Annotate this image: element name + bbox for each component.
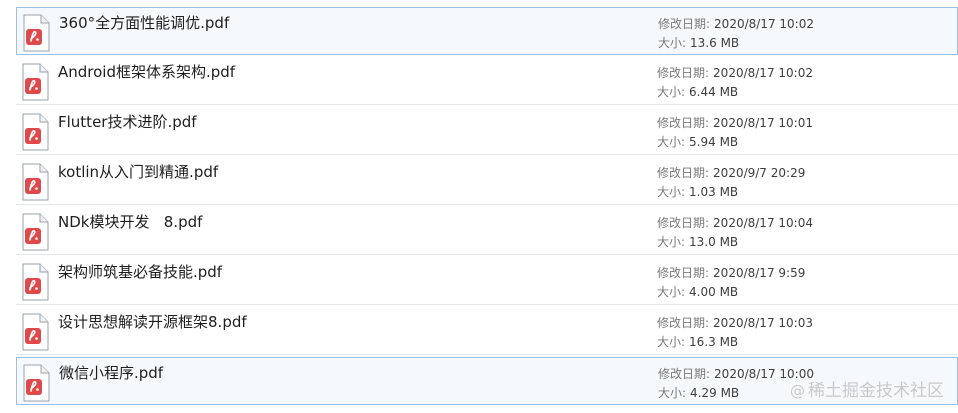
- file-size-label: 大小:: [657, 185, 686, 199]
- pdf-file-icon: [22, 313, 49, 351]
- modified-date-label: 修改日期:: [658, 17, 711, 31]
- modified-date: 修改日期: 2020/8/17 10:02: [657, 64, 813, 81]
- modified-date-value: 2020/8/17 10:02: [714, 17, 814, 31]
- pdf-file-icon: [22, 113, 49, 151]
- file-size-value: 4.00 MB: [689, 285, 739, 299]
- file-size: 大小: 13.6 MB: [658, 34, 739, 51]
- file-row[interactable]: Flutter技术进阶.pdf 修改日期: 2020/8/17 10:01 大小:…: [16, 107, 958, 155]
- file-size-value: 13.6 MB: [690, 36, 740, 50]
- file-name: NDk模块开发 8.pdf: [58, 213, 203, 231]
- pdf-file-icon: [22, 163, 49, 201]
- file-size: 大小: 4.00 MB: [657, 283, 738, 300]
- watermark-at: @: [790, 382, 805, 400]
- modified-date-value: 2020/8/17 10:04: [713, 216, 813, 230]
- modified-date-label: 修改日期:: [657, 216, 710, 230]
- modified-date-value: 2020/8/17 9:59: [713, 266, 806, 280]
- file-size: 大小: 1.03 MB: [657, 183, 738, 200]
- file-name: 微信小程序.pdf: [59, 364, 164, 382]
- file-name: 架构师筑基必备技能.pdf: [58, 263, 223, 281]
- file-size-label: 大小:: [657, 135, 686, 149]
- file-size-value: 6.44 MB: [689, 85, 739, 99]
- file-size-label: 大小:: [657, 85, 686, 99]
- file-size-label: 大小:: [657, 285, 686, 299]
- watermark-text: 稀土掘金技术社区: [808, 381, 944, 401]
- modified-date: 修改日期: 2020/8/17 10:03: [657, 314, 813, 331]
- file-name: 设计思想解读开源框架8.pdf: [58, 313, 247, 331]
- file-size-label: 大小:: [657, 335, 686, 349]
- pdf-file-icon: [22, 213, 49, 251]
- file-name: Flutter技术进阶.pdf: [58, 113, 197, 131]
- file-row[interactable]: NDk模块开发 8.pdf 修改日期: 2020/8/17 10:04 大小: 13…: [16, 207, 958, 255]
- modified-date: 修改日期: 2020/9/7 20:29: [657, 164, 805, 181]
- file-row[interactable]: 设计思想解读开源框架8.pdf 修改日期: 2020/8/17 10:03 大小:…: [16, 307, 958, 355]
- modified-date-label: 修改日期:: [657, 166, 710, 180]
- watermark: @ 稀土掘金技术社区: [790, 376, 944, 401]
- file-size-label: 大小:: [658, 386, 687, 400]
- file-row[interactable]: Android框架体系架构.pdf 修改日期: 2020/8/17 10:02 大…: [16, 57, 958, 105]
- modified-date: 修改日期: 2020/8/17 10:02: [658, 15, 814, 32]
- modified-date-label: 修改日期:: [657, 116, 710, 130]
- modified-date-label: 修改日期:: [657, 316, 710, 330]
- pdf-file-icon: [23, 364, 50, 402]
- modified-date-value: 2020/8/17 10:01: [713, 116, 813, 130]
- modified-date-label: 修改日期:: [657, 66, 710, 80]
- file-row[interactable]: kotlin从入门到精通.pdf 修改日期: 2020/9/7 20:29 大小:…: [16, 157, 958, 205]
- file-size-value: 13.0 MB: [689, 235, 739, 249]
- file-size: 大小: 5.94 MB: [657, 133, 738, 150]
- file-size-label: 大小:: [657, 235, 686, 249]
- modified-date: 修改日期: 2020/8/17 9:59: [657, 264, 805, 281]
- modified-date-value: 2020/9/7 20:29: [713, 166, 806, 180]
- file-size: 大小: 13.0 MB: [657, 233, 738, 250]
- modified-date-label: 修改日期:: [658, 367, 711, 381]
- modified-date: 修改日期: 2020/8/17 10:04: [657, 214, 813, 231]
- file-row[interactable]: 架构师筑基必备技能.pdf 修改日期: 2020/8/17 9:59 大小: 4.0…: [16, 257, 958, 305]
- pdf-file-icon: [22, 63, 49, 101]
- file-name: Android框架体系架构.pdf: [58, 63, 236, 81]
- file-size-label: 大小:: [658, 36, 687, 50]
- file-row[interactable]: 360°全方面性能调优.pdf 修改日期: 2020/8/17 10:02 大小:…: [16, 7, 958, 55]
- modified-date-label: 修改日期:: [657, 266, 710, 280]
- pdf-file-icon: [22, 263, 49, 301]
- file-size-value: 1.03 MB: [689, 185, 739, 199]
- pdf-file-icon: [23, 14, 50, 52]
- modified-date-value: 2020/8/17 10:03: [713, 316, 813, 330]
- file-size: 大小: 16.3 MB: [657, 333, 738, 350]
- file-size-value: 5.94 MB: [689, 135, 739, 149]
- modified-date-value: 2020/8/17 10:02: [713, 66, 813, 80]
- file-size: 大小: 6.44 MB: [657, 83, 738, 100]
- modified-date: 修改日期: 2020/8/17 10:01: [657, 114, 813, 131]
- file-list: 360°全方面性能调优.pdf 修改日期: 2020/8/17 10:02 大小:…: [0, 0, 958, 413]
- file-size-value: 16.3 MB: [689, 335, 739, 349]
- file-name: kotlin从入门到精通.pdf: [58, 163, 219, 181]
- file-name: 360°全方面性能调优.pdf: [59, 14, 230, 32]
- file-size-value: 4.29 MB: [690, 386, 740, 400]
- file-size: 大小: 4.29 MB: [658, 384, 739, 401]
